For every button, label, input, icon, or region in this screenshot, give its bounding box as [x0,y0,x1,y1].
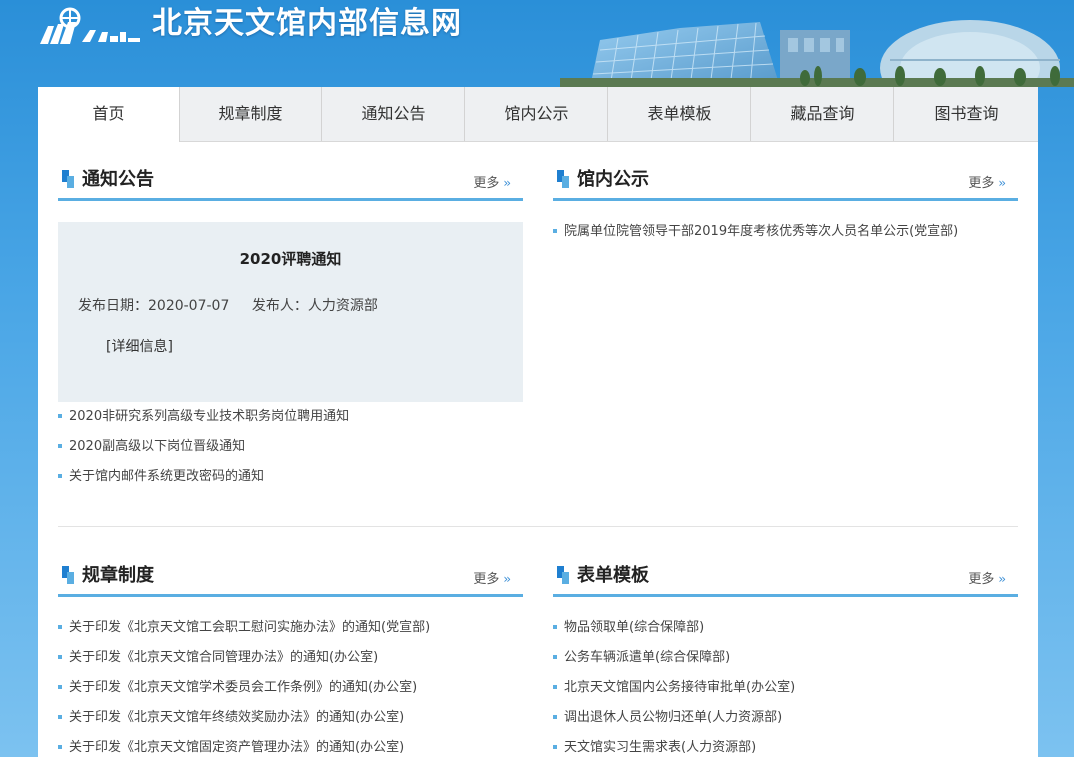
double-chevron-right-icon: ›› [503,176,510,190]
list-item[interactable]: 关于印发《北京天文馆工会职工慰问实施办法》的通知(党宣部) [58,613,523,643]
featured-notice-detail-link[interactable]: [详细信息] [106,336,173,356]
forms-more-link[interactable]: 更多 ›› [968,568,1005,587]
list-item[interactable]: 院属单位院管领导干部2019年度考核优秀等次人员名单公示(党宣部) [553,217,1018,247]
section-marker-icon [557,170,569,188]
list-item[interactable]: 北京天文馆国内公务接待审批单(办公室) [553,673,1018,703]
section-marker-icon [62,170,74,188]
section-title: 通知公告 [82,169,154,190]
main-panel: 首页 规章制度 通知公告 馆内公示 表单模板 藏品查询 图书查询 通知公告 更多… [38,87,1038,757]
nav-item-notices[interactable]: 通知公告 [323,87,465,141]
section-title: 表单模板 [577,565,649,586]
section-divider [58,526,1018,527]
featured-notice-title[interactable]: 2020评聘通知 [58,248,523,269]
nav-item-publicity[interactable]: 馆内公示 [466,87,608,141]
publicity-section-header: 馆内公示 更多 ›› [553,166,1018,201]
double-chevron-right-icon: ›› [998,176,1005,190]
notices-more-link[interactable]: 更多 ›› [473,172,510,191]
section-title: 馆内公示 [577,169,649,190]
notices-section-header: 通知公告 更多 ›› [58,166,523,201]
featured-notice-publisher: 发布人：人力资源部 [251,298,378,314]
nav-item-regulations[interactable]: 规章制度 [180,87,322,141]
featured-notice-date: 发布日期：2020-07-07 [78,298,230,314]
section-marker-icon [557,566,569,584]
nav-item-collection-search[interactable]: 藏品查询 [752,87,894,141]
list-item[interactable]: 天文馆实习生需求表(人力资源部) [553,733,1018,757]
list-item[interactable]: 调出退休人员公物归还单(人力资源部) [553,703,1018,733]
featured-notice-meta: 发布日期：2020-07-07 发布人：人力资源部 [78,295,396,315]
regulations-list: 关于印发《北京天文馆工会职工慰问实施办法》的通知(党宣部) 关于印发《北京天文馆… [58,613,523,757]
nav-item-library-search[interactable]: 图书查询 [895,87,1038,141]
list-item[interactable]: 2020非研究系列高级专业技术职务岗位聘用通知 [58,402,523,432]
regulations-more-link[interactable]: 更多 ›› [473,568,510,587]
publicity-list: 院属单位院管领导干部2019年度考核优秀等次人员名单公示(党宣部) [553,217,1018,247]
forms-section-header: 表单模板 更多 ›› [553,562,1018,597]
nav-item-forms[interactable]: 表单模板 [609,87,751,141]
list-item[interactable]: 关于印发《北京天文馆年终绩效奖励办法》的通知(办公室) [58,703,523,733]
list-item[interactable]: 关于印发《北京天文馆学术委员会工作条例》的通知(办公室) [58,673,523,703]
double-chevron-right-icon: ›› [998,572,1005,586]
section-marker-icon [62,566,74,584]
publicity-more-link[interactable]: 更多 ›› [968,172,1005,191]
list-item[interactable]: 关于馆内邮件系统更改密码的通知 [58,462,523,492]
planetarium-logo-icon[interactable] [38,6,142,48]
list-item[interactable]: 关于印发《北京天文馆合同管理办法》的通知(办公室) [58,643,523,673]
regulations-section-header: 规章制度 更多 ›› [58,562,523,597]
main-nav: 首页 规章制度 通知公告 馆内公示 表单模板 藏品查询 图书查询 [38,87,1038,142]
list-item[interactable]: 物品领取单(综合保障部) [553,613,1018,643]
list-item[interactable]: 关于印发《北京天文馆固定资产管理办法》的通知(办公室) [58,733,523,757]
list-item[interactable]: 2020副高级以下岗位晋级通知 [58,432,523,462]
nav-item-home[interactable]: 首页 [38,87,180,142]
section-title: 规章制度 [82,565,154,586]
notices-list: 2020非研究系列高级专业技术职务岗位聘用通知 2020副高级以下岗位晋级通知 … [58,402,523,492]
double-chevron-right-icon: ›› [503,572,510,586]
list-item[interactable]: 公务车辆派遣单(综合保障部) [553,643,1018,673]
site-title: 北京天文馆内部信息网 [152,6,462,41]
forms-list: 物品领取单(综合保障部) 公务车辆派遣单(综合保障部) 北京天文馆国内公务接待审… [553,613,1018,757]
featured-notice-card: 2020评聘通知 发布日期：2020-07-07 发布人：人力资源部 [详细信息… [58,222,523,402]
site-header: 北京天文馆内部信息网 [0,0,1074,87]
planetarium-building-banner [560,20,1074,87]
